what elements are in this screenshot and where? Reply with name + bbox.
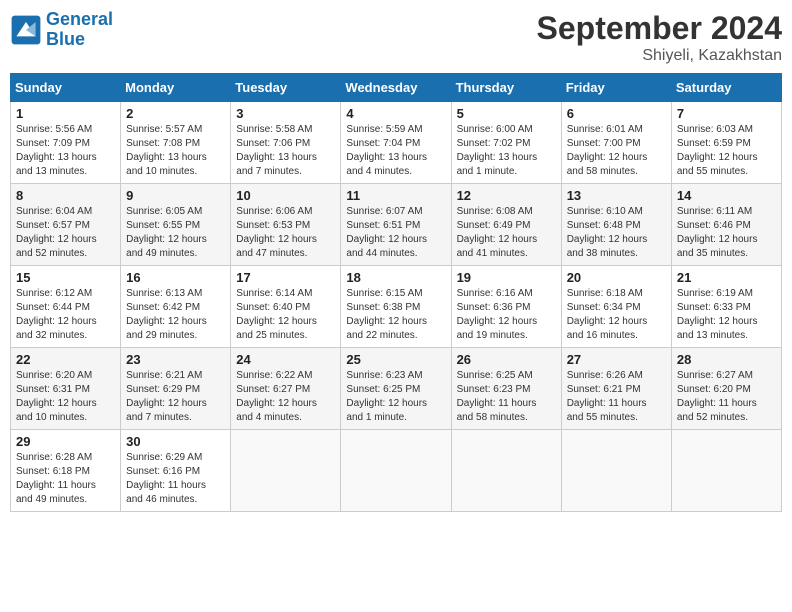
empty-cell-1 bbox=[231, 430, 341, 512]
day-30: 30 Sunrise: 6:29 AMSunset: 6:16 PMDaylig… bbox=[121, 430, 231, 512]
day-6: 6 Sunrise: 6:01 AMSunset: 7:00 PMDayligh… bbox=[561, 102, 671, 184]
day-5: 5 Sunrise: 6:00 AMSunset: 7:02 PMDayligh… bbox=[451, 102, 561, 184]
logo-icon bbox=[10, 14, 42, 46]
day-1: 1 Sunrise: 5:56 AMSunset: 7:09 PMDayligh… bbox=[11, 102, 121, 184]
empty-cell-3 bbox=[451, 430, 561, 512]
day-22: 22 Sunrise: 6:20 AMSunset: 6:31 PMDaylig… bbox=[11, 348, 121, 430]
logo-general: General bbox=[46, 9, 113, 29]
col-wednesday: Wednesday bbox=[341, 74, 451, 102]
col-friday: Friday bbox=[561, 74, 671, 102]
calendar: Sunday Monday Tuesday Wednesday Thursday… bbox=[10, 73, 782, 512]
day-3: 3 Sunrise: 5:58 AMSunset: 7:06 PMDayligh… bbox=[231, 102, 341, 184]
day-21: 21 Sunrise: 6:19 AMSunset: 6:33 PMDaylig… bbox=[671, 266, 781, 348]
day-4: 4 Sunrise: 5:59 AMSunset: 7:04 PMDayligh… bbox=[341, 102, 451, 184]
page-header: General Blue September 2024 Shiyeli, Kaz… bbox=[10, 10, 782, 65]
empty-cell-2 bbox=[341, 430, 451, 512]
day-19: 19 Sunrise: 6:16 AMSunset: 6:36 PMDaylig… bbox=[451, 266, 561, 348]
day-2: 2 Sunrise: 5:57 AMSunset: 7:08 PMDayligh… bbox=[121, 102, 231, 184]
title-block: September 2024 Shiyeli, Kazakhstan bbox=[537, 10, 782, 65]
week-row-3: 15 Sunrise: 6:12 AMSunset: 6:44 PMDaylig… bbox=[11, 266, 782, 348]
week-row-1: 1 Sunrise: 5:56 AMSunset: 7:09 PMDayligh… bbox=[11, 102, 782, 184]
logo-blue: Blue bbox=[46, 29, 85, 49]
empty-cell-5 bbox=[671, 430, 781, 512]
day-14: 14 Sunrise: 6:11 AMSunset: 6:46 PMDaylig… bbox=[671, 184, 781, 266]
day-7: 7 Sunrise: 6:03 AMSunset: 6:59 PMDayligh… bbox=[671, 102, 781, 184]
col-thursday: Thursday bbox=[451, 74, 561, 102]
day-23: 23 Sunrise: 6:21 AMSunset: 6:29 PMDaylig… bbox=[121, 348, 231, 430]
day-9: 9 Sunrise: 6:05 AMSunset: 6:55 PMDayligh… bbox=[121, 184, 231, 266]
logo: General Blue bbox=[10, 10, 113, 50]
month-title: September 2024 bbox=[537, 10, 782, 47]
day-29: 29 Sunrise: 6:28 AMSunset: 6:18 PMDaylig… bbox=[11, 430, 121, 512]
col-sunday: Sunday bbox=[11, 74, 121, 102]
day-20: 20 Sunrise: 6:18 AMSunset: 6:34 PMDaylig… bbox=[561, 266, 671, 348]
day-12: 12 Sunrise: 6:08 AMSunset: 6:49 PMDaylig… bbox=[451, 184, 561, 266]
day-17: 17 Sunrise: 6:14 AMSunset: 6:40 PMDaylig… bbox=[231, 266, 341, 348]
day-13: 13 Sunrise: 6:10 AMSunset: 6:48 PMDaylig… bbox=[561, 184, 671, 266]
week-row-5: 29 Sunrise: 6:28 AMSunset: 6:18 PMDaylig… bbox=[11, 430, 782, 512]
day-26: 26 Sunrise: 6:25 AMSunset: 6:23 PMDaylig… bbox=[451, 348, 561, 430]
week-row-2: 8 Sunrise: 6:04 AMSunset: 6:57 PMDayligh… bbox=[11, 184, 782, 266]
day-24: 24 Sunrise: 6:22 AMSunset: 6:27 PMDaylig… bbox=[231, 348, 341, 430]
day-10: 10 Sunrise: 6:06 AMSunset: 6:53 PMDaylig… bbox=[231, 184, 341, 266]
day-11: 11 Sunrise: 6:07 AMSunset: 6:51 PMDaylig… bbox=[341, 184, 451, 266]
col-saturday: Saturday bbox=[671, 74, 781, 102]
day-28: 28 Sunrise: 6:27 AMSunset: 6:20 PMDaylig… bbox=[671, 348, 781, 430]
col-tuesday: Tuesday bbox=[231, 74, 341, 102]
day-25: 25 Sunrise: 6:23 AMSunset: 6:25 PMDaylig… bbox=[341, 348, 451, 430]
day-27: 27 Sunrise: 6:26 AMSunset: 6:21 PMDaylig… bbox=[561, 348, 671, 430]
day-16: 16 Sunrise: 6:13 AMSunset: 6:42 PMDaylig… bbox=[121, 266, 231, 348]
day-8: 8 Sunrise: 6:04 AMSunset: 6:57 PMDayligh… bbox=[11, 184, 121, 266]
calendar-header-row: Sunday Monday Tuesday Wednesday Thursday… bbox=[11, 74, 782, 102]
day-18: 18 Sunrise: 6:15 AMSunset: 6:38 PMDaylig… bbox=[341, 266, 451, 348]
logo-text: General Blue bbox=[46, 10, 113, 50]
col-monday: Monday bbox=[121, 74, 231, 102]
location: Shiyeli, Kazakhstan bbox=[537, 47, 782, 65]
empty-cell-4 bbox=[561, 430, 671, 512]
week-row-4: 22 Sunrise: 6:20 AMSunset: 6:31 PMDaylig… bbox=[11, 348, 782, 430]
day-15: 15 Sunrise: 6:12 AMSunset: 6:44 PMDaylig… bbox=[11, 266, 121, 348]
